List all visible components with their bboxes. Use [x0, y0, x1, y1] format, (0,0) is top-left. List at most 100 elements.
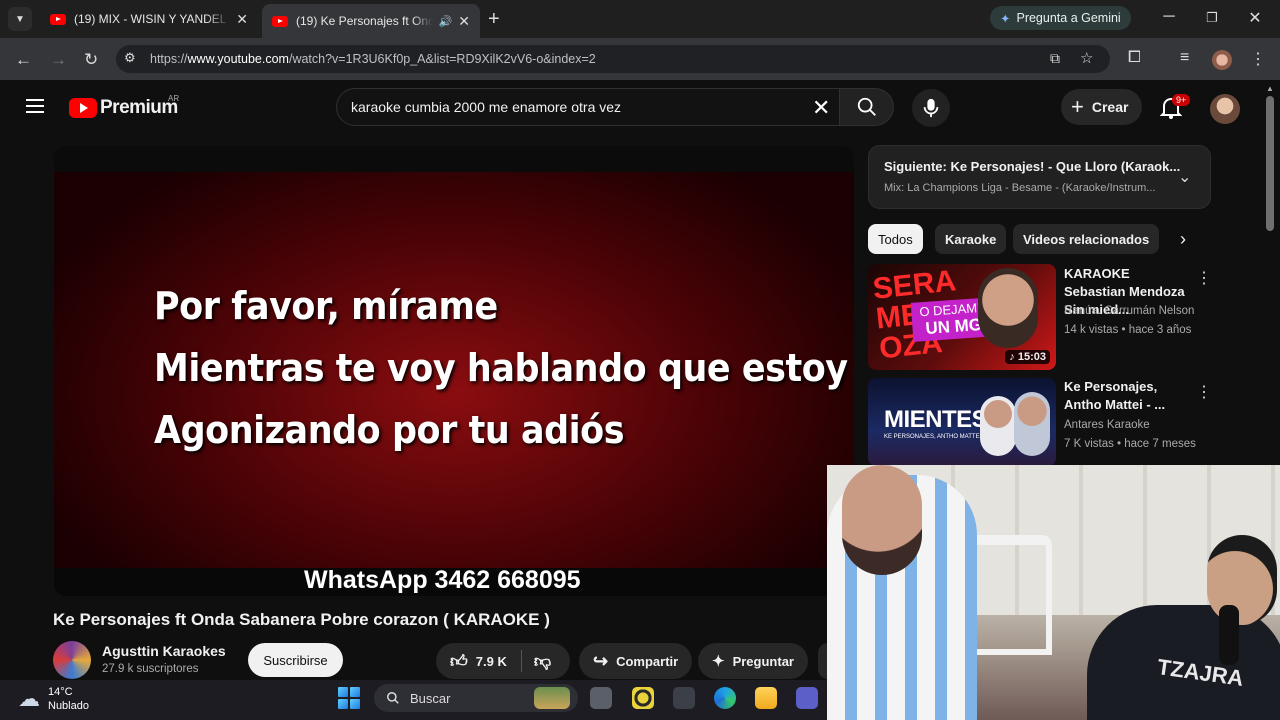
lyric-line-2: Mientras te voy hablando que estoy — [154, 346, 848, 390]
youtube-favicon-icon — [272, 15, 288, 27]
scroll-up-icon[interactable]: ▲ — [1266, 84, 1274, 93]
address-bar[interactable]: ⚙ https://www.youtube.com/watch?v=1R3U6K… — [116, 45, 1110, 73]
bookmark-star-icon[interactable]: ☆ — [1080, 49, 1093, 67]
thumbnail-person — [1014, 392, 1050, 456]
thumbs-down-icon[interactable]: 👎︎ — [534, 651, 551, 672]
task-view-icon[interactable] — [590, 687, 612, 709]
reload-icon[interactable]: ↻ — [84, 50, 98, 70]
region-code: AR — [168, 94, 180, 103]
scrollbar-thumb[interactable] — [1266, 96, 1274, 231]
chip-karaoke[interactable]: Karaoke — [935, 224, 1007, 254]
notification-badge: 9+ — [1172, 94, 1191, 106]
share-arrow-icon: ↪ — [593, 650, 609, 671]
share-button[interactable]: ↪ Compartir — [579, 643, 693, 679]
video-title: Ke Personajes ft Onda Sabanera Pobre cor… — [53, 610, 550, 629]
video-letterbox-top — [54, 146, 854, 172]
file-explorer-icon[interactable] — [755, 687, 777, 709]
thumbs-up-icon[interactable]: 👍︎ — [450, 651, 468, 672]
media-controls-icon[interactable]: ≡ — [1180, 49, 1189, 67]
recommendation-meta: 7 K vistas • hace 7 meses — [1064, 438, 1196, 450]
video-duration: ♪ 15:03 — [1005, 350, 1050, 364]
share-label: Compartir — [616, 653, 679, 669]
up-next-panel[interactable] — [868, 145, 1211, 209]
video-player[interactable]: Por favor, mírame Mientras te voy hablan… — [54, 146, 854, 596]
recommendation-title[interactable]: Ke Personajes, Antho Mattei - ... — [1064, 378, 1194, 414]
app-icon[interactable] — [673, 687, 695, 709]
site-info-icon[interactable]: ⚙ — [124, 50, 136, 66]
new-tab-button[interactable]: + — [488, 8, 500, 31]
close-window-icon[interactable]: ✕ — [1243, 8, 1267, 28]
lyric-line-1: Por favor, mírame — [154, 284, 498, 328]
url-domain: www.youtube.com — [187, 52, 289, 66]
close-tab-icon[interactable]: ✕ — [458, 13, 470, 30]
app-icon[interactable] — [632, 687, 654, 709]
account-avatar[interactable] — [1210, 94, 1240, 124]
youtube-play-icon — [69, 98, 97, 118]
tab-mix-wisin[interactable]: (19) MIX - WISIN Y YANDEL🔥 ( ✕ — [40, 4, 258, 34]
plus-icon: + — [1071, 94, 1084, 119]
edge-browser-icon[interactable] — [714, 687, 736, 709]
thumbnail-text: MIENTES — [884, 406, 988, 433]
subscribe-button[interactable]: Suscribirse — [248, 643, 343, 677]
recommendation-thumbnail[interactable]: MIENTES KE PERSONAJES, ANTHO MATTEI — [868, 378, 1056, 466]
url-text: https://www.youtube.com/watch?v=1R3U6Kf0… — [150, 52, 596, 66]
ask-button[interactable]: ✦ Preguntar — [698, 643, 808, 679]
cloud-icon: ☁ — [18, 686, 40, 711]
create-label: Crear — [1091, 99, 1129, 115]
install-app-icon[interactable]: ⧉ — [1050, 50, 1060, 67]
forward-arrow-icon[interactable]: → — [50, 50, 67, 70]
like-count[interactable]: 7.9 K — [476, 654, 507, 669]
recommendation-meta: 14 k vistas • hace 3 años — [1064, 324, 1192, 336]
recommendation-thumbnail[interactable]: SERA MENDOZA O DEJAME UN MG ♪ 15:03 — [868, 264, 1056, 370]
chrome-menu-icon[interactable]: ⋮ — [1250, 49, 1266, 69]
tab-title: (19) Ke Personajes ft Onda S — [296, 14, 433, 28]
recommendation-channel[interactable]: Antares Karaoke — [1064, 419, 1150, 431]
chevron-right-icon[interactable]: › — [1180, 229, 1186, 250]
logo-text: Premium — [100, 97, 178, 118]
chip-todos[interactable]: Todos — [868, 224, 923, 254]
more-options-icon[interactable]: ⋮ — [1196, 268, 1212, 288]
subscriber-count: 27.9 k suscriptores — [102, 663, 199, 675]
speaker-icon[interactable]: 🔊 — [439, 15, 453, 28]
create-button[interactable]: + Crear — [1061, 89, 1143, 125]
like-divider — [520, 650, 522, 672]
voice-search-button[interactable] — [912, 89, 950, 127]
weather-widget[interactable]: ☁ 14°C Nublado — [18, 685, 89, 713]
close-tab-icon[interactable]: ✕ — [236, 11, 248, 28]
youtube-premium-logo[interactable]: Premium — [69, 97, 178, 119]
tab-ke-personajes[interactable]: (19) Ke Personajes ft Onda S 🔊 ✕ — [262, 4, 480, 38]
tab-search-button[interactable]: ▼ — [8, 7, 32, 31]
windows-start-icon[interactable] — [338, 687, 360, 709]
chip-videos-relacionados[interactable]: Videos relacionados — [1013, 224, 1160, 254]
extensions-icon[interactable]: ⧠ — [1128, 49, 1141, 67]
taskbar-search-label: Buscar — [410, 690, 451, 706]
gemini-label: Pregunta a Gemini — [1016, 11, 1121, 25]
url-prefix: https:// — [150, 52, 188, 66]
teams-icon[interactable] — [796, 687, 818, 709]
gemini-button[interactable]: ✦ Pregunta a Gemini — [990, 6, 1131, 30]
menu-hamburger-icon[interactable] — [26, 99, 44, 113]
clear-search-icon[interactable]: ✕ — [812, 95, 830, 121]
tab-title: (19) MIX - WISIN Y YANDEL🔥 ( — [74, 12, 230, 26]
search-button[interactable] — [840, 88, 894, 126]
url-path: /watch?v=1R3U6Kf0p_A&list=RD9XilK2vV6-o&… — [288, 52, 596, 66]
chevron-down-icon[interactable]: ⌄ — [1178, 167, 1191, 187]
up-next-title: Siguiente: Ke Personajes! - Que Lloro (K… — [884, 159, 1181, 174]
thumbnail-person — [980, 396, 1016, 456]
shorts-icon: ♪ — [1009, 351, 1015, 363]
search-input[interactable]: karaoke cumbia 2000 me enamore otra vez — [336, 88, 840, 126]
search-icon — [857, 97, 876, 116]
more-options-icon[interactable]: ⋮ — [1196, 382, 1212, 402]
profile-avatar[interactable] — [1212, 50, 1232, 70]
recommendation-channel[interactable]: Ranúa. Carrumán Nelson — [1064, 305, 1194, 317]
channel-name[interactable]: Agusttin Karaokes — [102, 643, 226, 659]
back-arrow-icon[interactable]: ← — [15, 50, 32, 70]
lyric-line-3: Agonizando por tu adiós — [154, 408, 625, 452]
taskbar-search[interactable]: Buscar — [374, 684, 578, 712]
search-icon — [387, 692, 399, 704]
minimize-icon[interactable]: ─ — [1157, 8, 1181, 26]
sparkle-icon: ✦ — [712, 653, 725, 670]
channel-avatar[interactable] — [53, 641, 91, 679]
thumbnail-text: KE PERSONAJES, ANTHO MATTEI — [884, 434, 982, 440]
restore-icon[interactable]: ❐ — [1200, 10, 1224, 26]
